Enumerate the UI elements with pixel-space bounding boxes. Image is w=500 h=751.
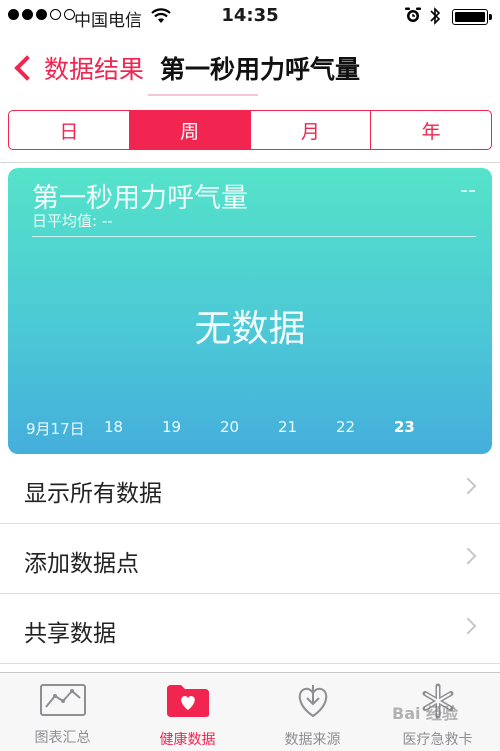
list-item-label: 添加数据点 [24, 551, 139, 577]
period-segmented-control: 日 周 月 年 [8, 110, 492, 150]
navigation-bar: 数据结果 第一秒用力呼气量 [0, 40, 500, 96]
title-underline [148, 94, 258, 96]
chevron-right-icon [459, 547, 477, 565]
chart-card[interactable]: 第一秒用力呼气量 -- 日平均值: -- 无数据 9月17日 18 19 20 … [8, 168, 492, 454]
watermark: Bai 经验 [392, 704, 459, 723]
segment-year[interactable]: 年 [371, 111, 491, 149]
list-item-share-data[interactable]: 共享数据 [0, 594, 500, 664]
tab-data-sources[interactable]: 数据来源 [250, 673, 375, 751]
clock-time: 14:35 [221, 5, 279, 26]
x-tick-label: 19 [162, 418, 182, 436]
status-bar: 中国电信 14:35 [0, 0, 500, 34]
list-item-show-all-data[interactable]: 显示所有数据 [0, 454, 500, 524]
list-item-add-data-point[interactable]: 添加数据点 [0, 524, 500, 594]
tab-label: 数据来源 [284, 732, 341, 748]
tab-health-data[interactable]: 健康数据 [125, 673, 250, 751]
battery-icon [452, 9, 492, 25]
x-axis: 9月17日 18 19 20 21 22 23 [8, 416, 492, 440]
back-button[interactable]: 数据结果 [10, 50, 144, 86]
tab-label: 图表汇总 [34, 730, 91, 746]
list-item-label: 共享数据 [24, 621, 116, 647]
alarm-icon [404, 6, 422, 29]
chart-divider [32, 236, 476, 237]
x-tick-label: 18 [104, 418, 124, 436]
tab-label: 健康数据 [159, 732, 216, 748]
x-tick-label-current: 23 [394, 418, 415, 436]
x-tick-label: 22 [336, 418, 356, 436]
download-heart-icon [293, 683, 333, 723]
chart-value: -- [460, 178, 476, 203]
divider [0, 162, 500, 163]
chevron-right-icon [459, 617, 477, 635]
no-data-label: 无数据 [194, 307, 306, 350]
segment-day[interactable]: 日 [9, 111, 130, 149]
health-folder-icon [165, 683, 211, 723]
x-tick-label: 20 [220, 418, 240, 436]
segment-month[interactable]: 月 [251, 111, 372, 149]
bluetooth-icon [428, 6, 442, 31]
tab-dashboard[interactable]: 图表汇总 [0, 673, 125, 751]
segment-week[interactable]: 周 [129, 111, 251, 149]
chevron-left-icon [14, 55, 40, 81]
chevron-right-icon [459, 477, 477, 495]
list-item-label: 显示所有数据 [24, 481, 162, 507]
page-title: 第一秒用力呼气量 [160, 55, 361, 84]
tab-label: 医疗急救卡 [402, 732, 473, 748]
daily-average-label: 日平均值: -- [32, 212, 113, 230]
x-tick-label: 21 [278, 418, 298, 436]
x-tick-label: 9月17日 [26, 420, 85, 438]
actions-list: 显示所有数据 添加数据点 共享数据 [0, 454, 500, 664]
back-button-label: 数据结果 [44, 55, 145, 84]
chart-icon [39, 683, 87, 721]
